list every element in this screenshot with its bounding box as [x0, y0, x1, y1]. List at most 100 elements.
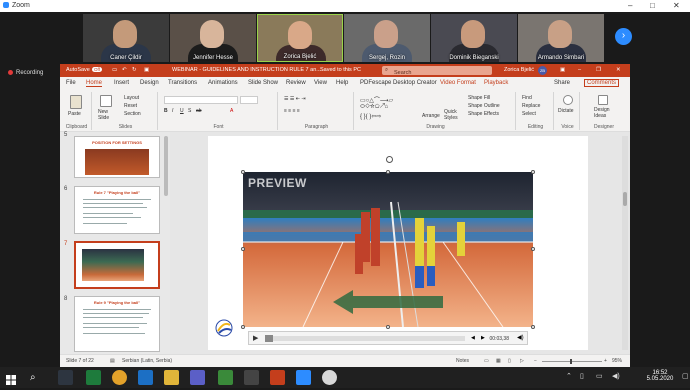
- chrome-icon[interactable]: [112, 370, 127, 385]
- new-slide-icon[interactable]: [100, 95, 112, 107]
- close-icon[interactable]: ✕: [616, 67, 621, 73]
- resize-handle[interactable]: [241, 325, 245, 329]
- save-icon[interactable]: ▭: [112, 67, 117, 73]
- redo-icon[interactable]: ↻: [132, 67, 137, 73]
- layout-button[interactable]: Layout: [124, 95, 139, 101]
- notes-button[interactable]: Notes: [456, 358, 469, 364]
- font-name-field[interactable]: [164, 96, 238, 104]
- align-icon[interactable]: ≡ ≡ ≡ ≡: [284, 108, 300, 114]
- zoom-in-icon[interactable]: +: [604, 358, 607, 364]
- close-icon[interactable]: ✕: [673, 1, 680, 10]
- step-forward-icon[interactable]: ▶: [481, 335, 485, 341]
- tab-transitions[interactable]: Transitions: [168, 80, 197, 86]
- paste-icon[interactable]: [70, 95, 82, 109]
- design-ideas-button[interactable]: Design Ideas: [594, 107, 618, 119]
- language-status[interactable]: Serbian (Latin, Serbia): [122, 358, 172, 364]
- new-slide-button[interactable]: New Slide: [98, 109, 118, 121]
- autosave-toggle[interactable]: Off: [92, 67, 102, 72]
- tab-home[interactable]: Home: [86, 80, 103, 87]
- tab-playback[interactable]: Playback: [484, 80, 508, 86]
- resize-handle[interactable]: [386, 170, 390, 174]
- task-view-icon[interactable]: [58, 370, 73, 385]
- resize-handle[interactable]: [386, 325, 390, 329]
- maximize-icon[interactable]: □: [650, 1, 655, 10]
- zoom-taskbar-icon[interactable]: [296, 370, 311, 385]
- windows-start-icon[interactable]: [6, 372, 16, 385]
- resize-handle[interactable]: [241, 170, 245, 174]
- teams-icon[interactable]: [190, 370, 205, 385]
- slide-thumbnail[interactable]: Rule 9 "Playing the ball": [74, 296, 160, 352]
- present-icon[interactable]: ▣: [144, 67, 149, 73]
- slide-sorter-icon[interactable]: ▦: [496, 358, 501, 364]
- comments-button[interactable]: Comments: [584, 79, 620, 87]
- find-button[interactable]: Find: [522, 95, 532, 101]
- reading-view-icon[interactable]: ▯: [508, 358, 511, 364]
- spellcheck-icon[interactable]: ▤: [110, 358, 115, 364]
- tab-slide-show[interactable]: Slide Show: [248, 80, 278, 86]
- shape-effects-button[interactable]: Shape Effects: [468, 111, 499, 117]
- minimize-icon[interactable]: –: [628, 1, 632, 10]
- participant-tile[interactable]: Dominik Bieganski: [431, 14, 517, 62]
- search-icon[interactable]: ⌕: [30, 372, 36, 383]
- rotate-handle[interactable]: [386, 156, 393, 163]
- tab-file[interactable]: File: [66, 80, 76, 86]
- search-box[interactable]: ⌕ Search: [382, 66, 492, 76]
- resize-handle[interactable]: [531, 325, 535, 329]
- battery-icon[interactable]: ▭: [596, 372, 603, 380]
- ribbon-display-icon[interactable]: ▣: [560, 67, 565, 73]
- shapes-gallery-icon[interactable]: ⬭◇☆⬠↗⌂: [360, 104, 388, 111]
- tab-help[interactable]: Help: [336, 80, 348, 86]
- calculator-icon[interactable]: [244, 370, 259, 385]
- video-object[interactable]: [243, 172, 533, 327]
- tray-arrow-icon[interactable]: ⌃: [566, 372, 572, 380]
- shadow-icon[interactable]: S: [188, 108, 191, 114]
- resize-handle[interactable]: [531, 247, 535, 251]
- resize-handle[interactable]: [531, 170, 535, 174]
- section-button[interactable]: Section: [124, 111, 141, 117]
- tab-review[interactable]: Review: [286, 80, 306, 86]
- strikethrough-icon[interactable]: ab: [196, 108, 202, 114]
- user-avatar[interactable]: ZB: [538, 66, 547, 75]
- paste-button[interactable]: Paste: [68, 111, 81, 117]
- tab-insert[interactable]: Insert: [114, 80, 129, 86]
- tab-view[interactable]: View: [314, 80, 327, 86]
- next-page-button[interactable]: ›: [615, 28, 632, 45]
- slideshow-view-icon[interactable]: ▷: [520, 358, 524, 364]
- canvas-scrollbar[interactable]: [622, 136, 628, 350]
- select-button[interactable]: Select: [522, 111, 536, 117]
- shapes-gallery-icon[interactable]: ▭○△⌒⟶▱: [360, 95, 393, 104]
- slide-thumbnail-selected[interactable]: [74, 241, 160, 289]
- network-icon[interactable]: ▯: [580, 372, 584, 380]
- resize-handle[interactable]: [241, 247, 245, 251]
- edge-icon[interactable]: [138, 370, 153, 385]
- microphone-icon[interactable]: [563, 95, 573, 105]
- share-button[interactable]: Share: [554, 80, 570, 86]
- shape-outline-button[interactable]: Shape Outline: [468, 103, 500, 109]
- italic-icon[interactable]: I: [172, 108, 173, 114]
- slide-thumbnail[interactable]: Rule 7 "Playing the ball": [74, 186, 160, 234]
- zoom-level[interactable]: 95%: [612, 358, 622, 364]
- media-app-icon[interactable]: [218, 370, 233, 385]
- quick-styles-button[interactable]: Quick Styles: [444, 109, 464, 121]
- participant-tile-active-speaker[interactable]: Zorica Bjelić: [257, 14, 343, 62]
- reset-button[interactable]: Reset: [124, 103, 137, 109]
- powerpoint-icon[interactable]: [270, 370, 285, 385]
- shapes-gallery-icon[interactable]: { }( )⇦⇨: [360, 113, 381, 120]
- font-size-field[interactable]: [240, 96, 258, 104]
- volleyball-app-icon[interactable]: [322, 370, 337, 385]
- tab-video-format[interactable]: Video Format: [440, 80, 476, 86]
- notification-icon[interactable]: ▢: [682, 372, 689, 380]
- bullets-icon[interactable]: ☰ ☰ ⇤ ⇥: [284, 96, 306, 102]
- font-color-icon[interactable]: A: [230, 108, 233, 114]
- bold-icon[interactable]: B: [164, 108, 168, 114]
- replace-button[interactable]: Replace: [522, 103, 540, 109]
- video-seek-bar[interactable]: [265, 335, 465, 342]
- arrange-button[interactable]: Arrange: [422, 113, 440, 119]
- underline-icon[interactable]: U: [180, 108, 184, 114]
- dictate-button[interactable]: Dictate: [558, 108, 574, 114]
- shape-fill-button[interactable]: Shape Fill: [468, 95, 490, 101]
- step-back-icon[interactable]: ◀: [471, 335, 475, 341]
- tab-design[interactable]: Design: [140, 80, 159, 86]
- volume-icon[interactable]: ◀): [517, 334, 524, 341]
- undo-icon[interactable]: ↶: [122, 67, 127, 73]
